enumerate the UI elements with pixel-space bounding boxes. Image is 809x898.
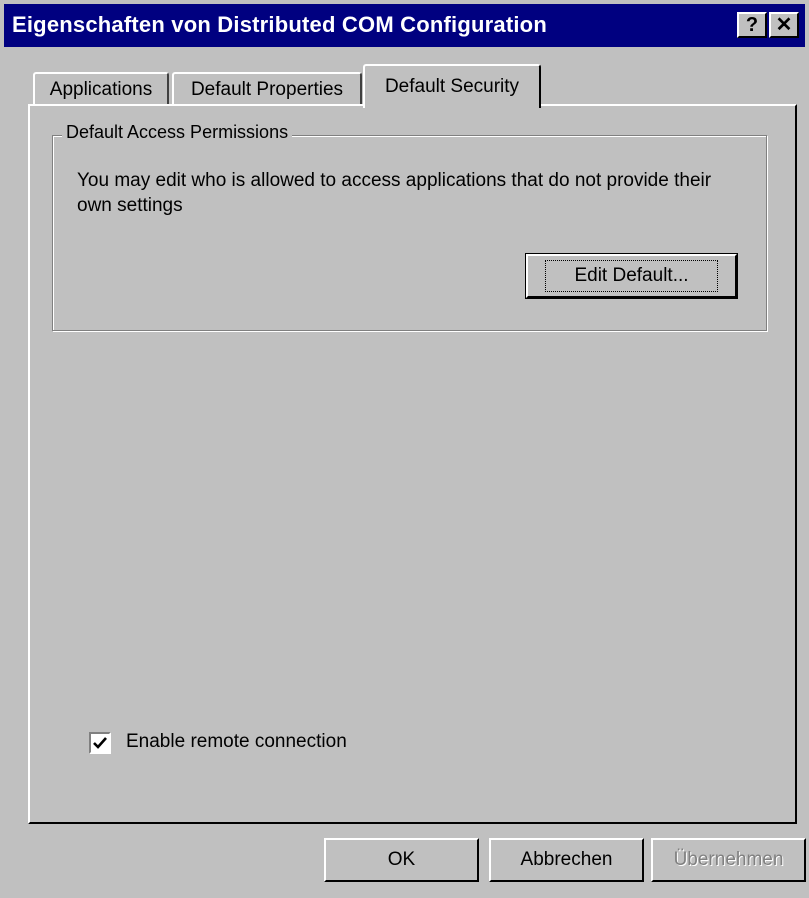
tab-default-security[interactable]: Default Security bbox=[363, 64, 541, 108]
group-legend: Default Access Permissions bbox=[62, 122, 293, 143]
access-permissions-group bbox=[52, 135, 767, 331]
title-bar[interactable]: Eigenschaften von Distributed COM Config… bbox=[4, 4, 805, 47]
window-title: Eigenschaften von Distributed COM Config… bbox=[12, 12, 547, 37]
edit-default-label: Edit Default... bbox=[545, 260, 718, 292]
edit-default-button[interactable]: Edit Default... bbox=[525, 253, 738, 299]
group-description: You may edit who is allowed to access ap… bbox=[77, 170, 712, 216]
ok-button[interactable]: OK bbox=[324, 838, 479, 882]
cancel-button[interactable]: Abbrechen bbox=[489, 838, 644, 882]
help-button[interactable]: ? bbox=[737, 12, 767, 38]
checkmark-icon bbox=[93, 737, 107, 749]
close-button[interactable]: ✕ bbox=[769, 12, 799, 38]
dcom-properties-dialog: Eigenschaften von Distributed COM Config… bbox=[0, 0, 809, 898]
apply-button[interactable]: Übernehmen bbox=[651, 838, 806, 882]
tab-default-properties[interactable]: Default Properties bbox=[172, 72, 362, 106]
tab-applications[interactable]: Applications bbox=[33, 72, 169, 106]
enable-remote-label[interactable]: Enable remote connection bbox=[126, 731, 347, 753]
enable-remote-checkbox[interactable] bbox=[89, 732, 111, 754]
close-icon: ✕ bbox=[775, 14, 793, 36]
help-icon: ? bbox=[745, 14, 759, 36]
